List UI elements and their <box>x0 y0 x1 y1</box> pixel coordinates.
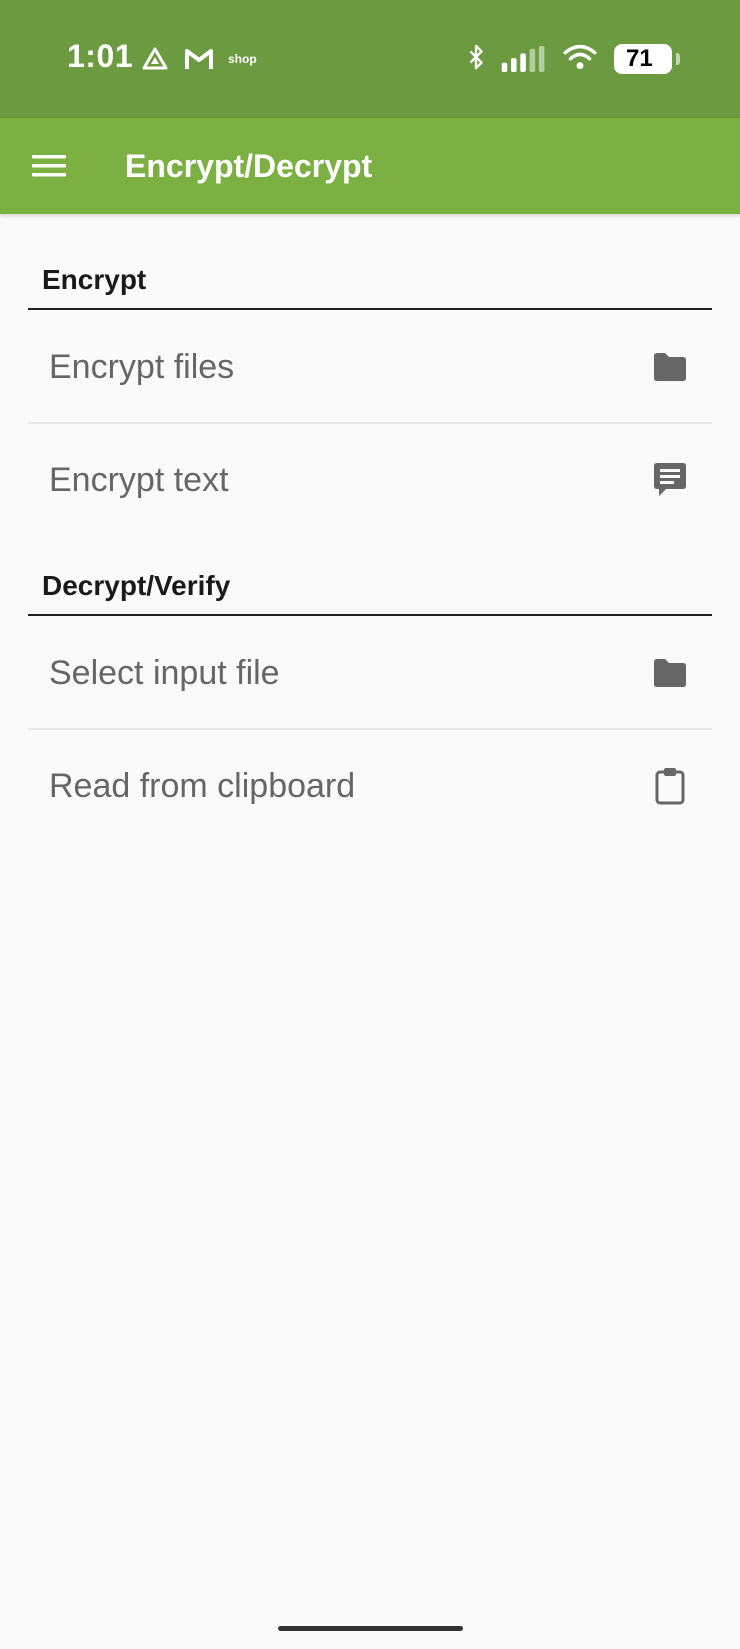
menu-button[interactable] <box>24 146 74 186</box>
bluetooth-icon <box>469 44 483 70</box>
list-item-label: Encrypt files <box>49 347 235 386</box>
section-header-label: Decrypt/Verify <box>42 570 231 601</box>
status-bar: 1:01 shop 71 <box>0 0 740 118</box>
section-header-label: Encrypt <box>42 264 147 295</box>
wifi-icon <box>563 44 597 70</box>
page-title: Encrypt/Decrypt <box>125 148 373 184</box>
battery-indicator: 71 <box>614 44 680 74</box>
list-item-read-from-clipboard[interactable]: Read from clipboard <box>28 730 712 842</box>
section-header-encrypt: Encrypt <box>28 214 712 310</box>
list-item-label: Read from clipboard <box>49 766 356 805</box>
list-item-encrypt-files[interactable]: Encrypt files <box>28 312 712 424</box>
signal-icon <box>501 46 545 72</box>
gmail-notification-icon <box>185 49 213 69</box>
battery-level: 71 <box>626 45 653 72</box>
list-item-select-input-file[interactable]: Select input file <box>28 618 712 730</box>
list-item-label: Encrypt text <box>49 460 229 499</box>
list-item-label: Select input file <box>49 653 280 692</box>
message-icon <box>650 460 690 500</box>
gesture-navigation-handle[interactable] <box>278 1626 463 1631</box>
folder-icon <box>650 653 690 693</box>
folder-icon <box>650 347 690 387</box>
hamburger-menu-icon <box>32 155 66 177</box>
drive-notification-icon <box>142 47 168 70</box>
clipboard-icon <box>650 766 690 806</box>
app-bar: Encrypt/Decrypt <box>0 118 740 214</box>
status-time: 1:01 <box>67 38 134 74</box>
shop-notification-text: shop <box>228 52 257 66</box>
section-header-decrypt-verify: Decrypt/Verify <box>28 520 712 616</box>
